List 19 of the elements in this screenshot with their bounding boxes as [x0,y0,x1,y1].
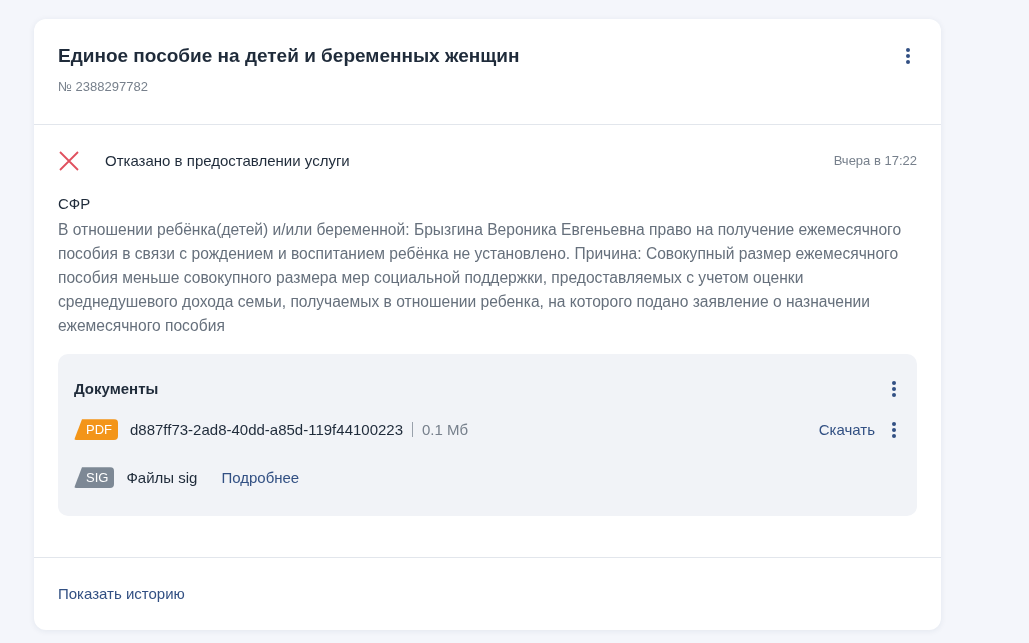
file-name: Файлы sig [126,469,198,487]
application-number: № 2388297782 [58,79,149,94]
cross-icon [58,149,80,172]
sig-file-badge: SIG [74,467,115,489]
file-size: 0.1 Мб [422,421,469,439]
more-icon[interactable] [905,47,911,65]
show-history-link[interactable]: Показать историю [58,585,185,602]
service-title: Единое пособие на детей и беременных женщин [58,45,520,67]
file-name: d887ff73-2ad8-40dd-a85d-119f44100223 [130,421,404,439]
more-icon[interactable] [891,420,897,439]
details-link[interactable]: Подробнее [221,469,300,487]
status-text: Отказано в предоставлении услуги [105,152,350,170]
agency-name: СФР [58,194,92,212]
decision-text: В отношении ребёнка(детей) и/или беременной: Брызгина Вероника Евгеньевна право на получение ежемесячного пособия в связи с рождением и воспитанием ребёнка не установлено. Причина: Совокупный размер ежемесячного пособия меньше совокупного размера мер социальной поддержки, предоставляемых с учетом оценки среднедушевого дохода семьи, получаемых в отношении ребенка, на которого подано заявление о назначении ежемесячного пособия [58,219,903,336]
pdf-file-badge: PDF [74,419,118,441]
download-link[interactable]: Скачать [818,421,875,439]
documents-title: Документы [74,380,159,398]
status-time: Вчера в 17:22 [833,153,917,169]
more-icon[interactable] [891,379,897,398]
